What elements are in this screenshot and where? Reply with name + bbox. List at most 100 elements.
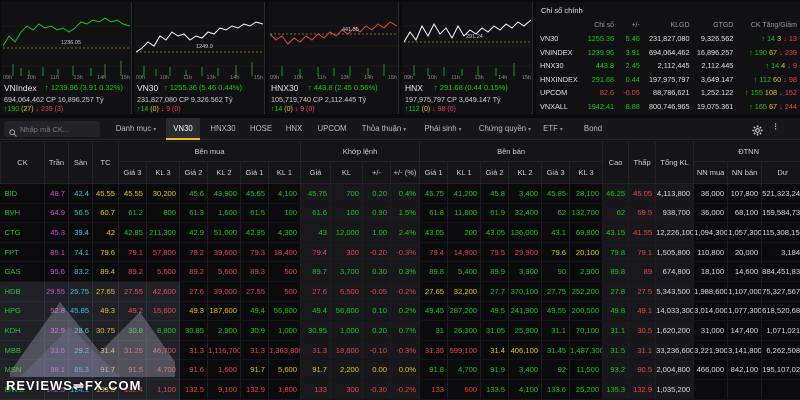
- summary-row[interactable]: HNXINDEX 291.68 0.44 197,975,797 3,649.147 ↑ …: [536, 73, 800, 87]
- tab-chung-quyen[interactable]: Chứng quyền ▾: [476, 118, 534, 140]
- advancers-count: ↑ 190: [749, 47, 767, 57]
- cell-change-pct: 0.7%: [390, 320, 421, 341]
- table-row[interactable]: CTG 45.3 39.4 42 42.85 211,300 42.9 51,000 42.95…: [0, 222, 800, 243]
- col-header-sell-vol-3[interactable]: KL 3: [569, 161, 604, 184]
- cell-sell-price-2: 61.9: [480, 203, 510, 224]
- col-header-tran[interactable]: Trần: [44, 141, 69, 184]
- summary-row[interactable]: VNINDEX 1239.96 3.91 694,064,462 16,896.257 ↑…: [536, 46, 800, 60]
- cell-symbol[interactable]: BVH: [0, 203, 45, 224]
- cell-sell-price-1: 61.8: [419, 203, 449, 224]
- summary-value: 19,075.361: [696, 101, 734, 111]
- index-panel-vn30[interactable]: 1249.9 09h 10h 11h 13h 14h 15h VN30 ↑ 1255.36…: [134, 2, 265, 114]
- tab-thoa-thuan[interactable]: Thỏa thuận ▾: [356, 118, 412, 140]
- cell-symbol[interactable]: BID: [0, 183, 45, 204]
- summary-header: Chỉ số: [594, 21, 615, 29]
- tab-danh-muc[interactable]: Danh mục ▾: [108, 118, 164, 140]
- summary-index-name: UPCOM: [540, 88, 568, 98]
- cell-sell-price-1: 91.8: [419, 359, 449, 380]
- tab-vn30[interactable]: VN30: [166, 118, 200, 140]
- cell-sell-price-2: 27.7: [480, 281, 510, 302]
- cell-buy-vol-1: 1,363,800: [268, 340, 301, 361]
- col-header-match-price[interactable]: Giá: [300, 161, 331, 184]
- table-row[interactable]: MBB 33.6 29.2 31.4 31.25 46,700 31.3 1,116,700 3…: [0, 340, 800, 361]
- col-header-match-vol[interactable]: KL: [330, 161, 363, 184]
- table-row[interactable]: HDB 29.55 25.75 27.65 27.55 42,600 27.6 39,000 2…: [0, 281, 800, 302]
- cell-symbol[interactable]: KDH: [0, 320, 45, 341]
- cell-buy-price-1: 132.9: [240, 379, 269, 400]
- cell-low: 41.55: [628, 222, 657, 243]
- col-header-sell-price-2[interactable]: Giá 2: [480, 161, 510, 184]
- cell-symbol[interactable]: MSN: [0, 359, 45, 380]
- cell-buy-price-2: 132.5: [179, 379, 208, 400]
- col-header-sell-price-1[interactable]: Giá 1: [419, 161, 449, 184]
- col-header-cao[interactable]: Cao: [602, 141, 630, 184]
- cell-buy-vol-3: 57,800: [146, 242, 180, 263]
- table-row[interactable]: BVH 64.9 56.5 60.7 61.2 800 61.3 1,600 61.5 100 61…: [0, 203, 800, 224]
- cell-buy-vol-3: 5,600: [146, 261, 180, 282]
- table-row[interactable]: HPG 52.8 45.85 49.3 49.2 15,600 49.3 187,600 49.…: [0, 301, 800, 322]
- col-header-buy-price-1[interactable]: Giá 1: [240, 161, 269, 184]
- col-header-nn-ban[interactable]: NN bán: [727, 161, 763, 184]
- search-input[interactable]: [20, 123, 98, 135]
- table-row[interactable]: GAS 95.6 83.2 89.4 89.2 5,600 89.2 5,600 89.3 500…: [0, 261, 800, 282]
- gear-icon[interactable]: [752, 123, 763, 141]
- col-header-buy-vol-1[interactable]: KL 1: [268, 161, 301, 184]
- summary-row[interactable]: VN30 1255.36 5.46 231,827,080 9,326.562 ↑ 14 …: [536, 32, 800, 46]
- cell-sell-vol-1: 4,700: [447, 359, 482, 380]
- cell-symbol[interactable]: GAS: [0, 261, 45, 282]
- more-menu-icon[interactable]: ⁝: [774, 122, 777, 133]
- summary-index-change: 5.46: [625, 34, 640, 44]
- cell-symbol[interactable]: CTG: [0, 222, 45, 243]
- col-header-sell-vol-1[interactable]: KL 1: [447, 161, 482, 184]
- cell-buy-price-2: 31.3: [179, 340, 208, 361]
- col-header-nn-mua[interactable]: NN mua: [693, 161, 729, 184]
- cell-total-vol: 12,226,100: [655, 222, 695, 243]
- cell-symbol[interactable]: HPG: [0, 301, 45, 322]
- tab-hnx30[interactable]: HNX30: [203, 118, 243, 140]
- cell-symbol[interactable]: HDB: [0, 281, 45, 302]
- col-header-sell-vol-2[interactable]: KL 2: [508, 161, 543, 184]
- col-header-ck[interactable]: CK: [0, 141, 45, 184]
- col-header-sell-price-3[interactable]: Giá 3: [541, 161, 571, 184]
- col-header-tc[interactable]: TC: [92, 141, 119, 184]
- tab-phai-sinh[interactable]: Phái sinh ▾: [418, 118, 468, 140]
- cell-sell-vol-1: 599,100: [447, 340, 482, 361]
- tab-upcom[interactable]: UPCOM: [312, 118, 352, 140]
- index-panel-hnx[interactable]: 291.24 09h 10h 11h 13h 14h 15h HNX ↑ 291.68 (…: [402, 2, 533, 114]
- col-header-buy-vol-3[interactable]: KL 3: [146, 161, 180, 184]
- col-header-du[interactable]: Dư: [761, 161, 800, 184]
- index-panel-hnx30[interactable]: 441.35 09h 10h 11h 13h 14h 15h HNX30 ↑ 443.8 …: [268, 2, 399, 114]
- table-row[interactable]: BID 48.7 42.4 45.55 45.55 30,200 45.6 43,900 45.…: [0, 183, 800, 204]
- cell-symbol[interactable]: FPT: [0, 242, 45, 263]
- cell-foreign-buy: 110,800: [693, 242, 729, 263]
- symbol-search[interactable]: [4, 121, 100, 137]
- col-header-change-pct[interactable]: +/- (%): [389, 161, 421, 184]
- tab-etf[interactable]: ETF ▾: [538, 118, 568, 140]
- table-row[interactable]: MSN 98.1 85.3 91.7 91.5 4,700 91.6 1,600 91.7 5,6…: [0, 359, 800, 380]
- index-panel-vnindex[interactable]: 1236.05 09h 10h 11h 13h 14h 15h VNIndex ↑ 123…: [1, 2, 132, 114]
- col-header-buy-vol-2[interactable]: KL 2: [207, 161, 241, 184]
- cell-symbol[interactable]: MBB: [0, 340, 45, 361]
- table-row[interactable]: KDH 32.9 28.6 30.75 30.8 8,800 30.85 2,900 30.9 1…: [0, 320, 800, 341]
- summary-row[interactable]: HNX30 443.8 2.45 2,112,445 2,112.445 ↑ 14 4 ↓…: [536, 59, 800, 73]
- tab-hose[interactable]: HOSE: [245, 118, 277, 140]
- col-header-tong-kl[interactable]: Tổng KL: [655, 141, 695, 184]
- col-header-buy-price-3[interactable]: Giá 3: [118, 161, 147, 184]
- summary-row[interactable]: UPCOM 82.6 -0.05 88,786,621 1,252.122 ↑ 155 1…: [536, 86, 800, 100]
- cell-buy-vol-3: 30,200: [146, 183, 180, 204]
- cell-buy-price-2: 61.3: [179, 203, 208, 224]
- cell-floor: 74.1: [68, 242, 93, 263]
- cell-buy-vol-2: 1,600: [207, 203, 241, 224]
- col-header-san[interactable]: Sàn: [68, 141, 93, 184]
- tab-bond[interactable]: Bond: [578, 118, 608, 140]
- col-header-thap[interactable]: Thấp: [628, 141, 657, 184]
- table-row[interactable]: FPT 85.1 74.1 79.6 79.1 57,800 79.2 39,600 79.3 1…: [0, 242, 800, 263]
- cell-sell-price-1: 31.35: [419, 340, 449, 361]
- col-header-change[interactable]: +/-: [362, 161, 391, 184]
- index-change: ↑ 1239.96 (3.91 0.32%): [45, 83, 123, 92]
- col-header-buy-price-2[interactable]: Giá 2: [179, 161, 208, 184]
- tab-hnx[interactable]: HNX: [280, 118, 308, 140]
- cell-match-vol: 100: [330, 203, 363, 224]
- watermark-text: REVIEWS⇌FX.COM: [6, 378, 142, 393]
- summary-row[interactable]: VNXALL 1942.41 8.88 800,746,965 19,075.361 ↑ …: [536, 100, 800, 114]
